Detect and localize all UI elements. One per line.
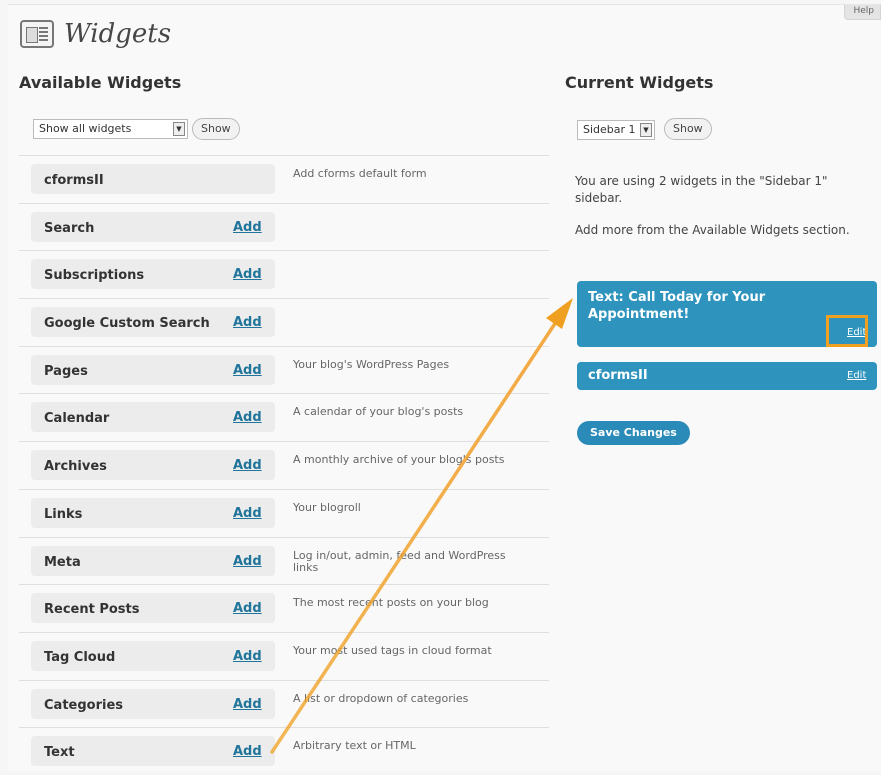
page-title: Widgets — [64, 19, 172, 49]
widget-name: Meta — [44, 554, 81, 570]
widget-description: A calendar of your blog's posts — [293, 405, 464, 419]
widget-box[interactable]: Links Add — [31, 497, 275, 528]
widget-filter-value: Show all widgets — [39, 122, 132, 135]
add-more-hint: Add more from the Available Widgets sect… — [575, 223, 850, 237]
widget-description: Add cforms default form — [293, 167, 427, 180]
sidebar-select-value: Sidebar 1 — [583, 123, 636, 136]
add-widget-link[interactable]: Add — [233, 506, 262, 521]
save-changes-button[interactable]: Save Changes — [577, 421, 690, 445]
dropdown-arrow-icon: ▼ — [640, 123, 652, 137]
widget-name: Recent Posts — [44, 602, 140, 618]
page-header: Widgets — [20, 19, 171, 49]
widget-name: Categories — [44, 697, 124, 713]
widget-name: Pages — [44, 363, 88, 379]
widget-description: Your blog's WordPress Pages — [293, 357, 450, 371]
widget-row: Google Custom Search Add — [19, 298, 549, 346]
widget-row: Links Add Your blogroll — [19, 488, 549, 537]
widgets-icon — [20, 20, 54, 48]
widget-box[interactable]: Subscriptions Add — [31, 259, 275, 290]
add-widget-link[interactable]: Add — [233, 363, 262, 378]
widget-box[interactable]: Meta Add — [31, 545, 275, 576]
widget-row: Recent Posts Add The most recent posts on … — [19, 584, 549, 632]
edit-cforms-widget-link[interactable]: Edit — [847, 370, 866, 381]
widget-description: Your blogroll — [293, 500, 361, 514]
current-widget-title: Text: Call Today for Your Appointment! — [588, 290, 766, 322]
widget-count-info: You are using 2 widgets in the "Sidebar … — [575, 174, 828, 205]
widget-row: Tag Cloud Add Your most used tags in cloud… — [19, 631, 549, 680]
available-widgets-title: Available Widgets — [19, 73, 182, 92]
widget-box[interactable]: Google Custom Search Add — [31, 307, 275, 338]
widget-box[interactable]: Archives Add — [31, 450, 275, 481]
dropdown-arrow-icon: ▼ — [173, 122, 185, 136]
add-widget-link[interactable]: Add — [233, 649, 262, 664]
widget-description: A monthly archive of your blog's posts — [293, 453, 505, 467]
widget-box[interactable]: Text Add — [31, 736, 275, 767]
current-widget-cforms[interactable]: cformsII Edit — [577, 362, 877, 390]
widgets-page: Help Widgets Available Widgets Show all … — [8, 4, 881, 771]
help-tab[interactable]: Help — [844, 5, 881, 20]
add-widget-link[interactable]: Add — [233, 601, 262, 616]
widget-row: Meta Add Log in/out, admin, feed and WordP… — [19, 536, 549, 585]
available-widgets-list: cformsII Add cforms default form Search Add… — [19, 155, 549, 775]
widget-row: Subscriptions Add — [19, 250, 549, 298]
add-widget-link[interactable]: Add — [233, 410, 262, 425]
widget-box[interactable]: Tag Cloud Add — [31, 640, 275, 671]
show-widgets-button[interactable]: Show — [192, 118, 240, 140]
widget-name: cformsII — [44, 173, 104, 188]
edit-highlight-box — [826, 315, 868, 347]
widget-name: Archives — [44, 459, 107, 475]
widget-box[interactable]: cformsII — [31, 164, 275, 194]
widget-name: Search — [44, 220, 95, 236]
add-widget-link[interactable]: Add — [233, 315, 262, 330]
widget-description: A list or dropdown of categories — [293, 691, 469, 705]
widget-row: Search Add — [19, 202, 549, 251]
widget-box[interactable]: Categories Add — [31, 688, 275, 719]
add-widget-link[interactable]: Add — [233, 697, 262, 712]
add-widget-link[interactable]: Add — [233, 458, 262, 473]
widget-description: The most recent posts on your blog — [293, 596, 489, 610]
widget-row: Archives Add A monthly archive of your blo… — [19, 441, 549, 489]
sidebar-select[interactable]: Sidebar 1 ▼ — [577, 120, 655, 140]
widget-filter-select[interactable]: Show all widgets ▼ — [33, 119, 188, 139]
widget-name: Text — [44, 745, 75, 761]
widget-row: Categories Add A list or dropdown of categ… — [19, 679, 549, 728]
add-widget-link[interactable]: Add — [233, 744, 262, 759]
widget-box[interactable]: Pages Add — [31, 354, 275, 385]
widget-name: Tag Cloud — [44, 649, 116, 665]
widget-name: Subscriptions — [44, 268, 145, 284]
show-sidebar-button[interactable]: Show — [664, 118, 712, 140]
widget-box[interactable]: Recent Posts Add — [31, 593, 275, 624]
widget-row: Text Add Arbitrary text or HTML — [19, 727, 549, 775]
widget-row: cformsII Add cforms default form — [19, 155, 549, 203]
add-widget-link[interactable]: Add — [233, 220, 262, 235]
widget-description: Your most used tags in cloud format — [293, 643, 492, 657]
widget-box[interactable]: Search Add — [31, 211, 275, 242]
current-widgets-title: Current Widgets — [565, 73, 714, 92]
widget-name: Calendar — [44, 411, 110, 427]
widget-description: Log in/out, admin, feed and WordPress li… — [293, 548, 506, 574]
widget-name: Links — [44, 506, 83, 522]
widget-name: Google Custom Search — [44, 316, 210, 332]
add-widget-link[interactable]: Add — [233, 554, 262, 569]
current-widget-title: cformsII — [588, 368, 648, 383]
widget-row: Calendar Add A calendar of your blog's pos… — [19, 393, 549, 441]
widget-description: Arbitrary text or HTML — [293, 739, 416, 753]
widget-row: Pages Add Your blog's WordPress Pages — [19, 345, 549, 394]
widget-box[interactable]: Calendar Add — [31, 402, 275, 433]
add-widget-link[interactable]: Add — [233, 267, 262, 282]
